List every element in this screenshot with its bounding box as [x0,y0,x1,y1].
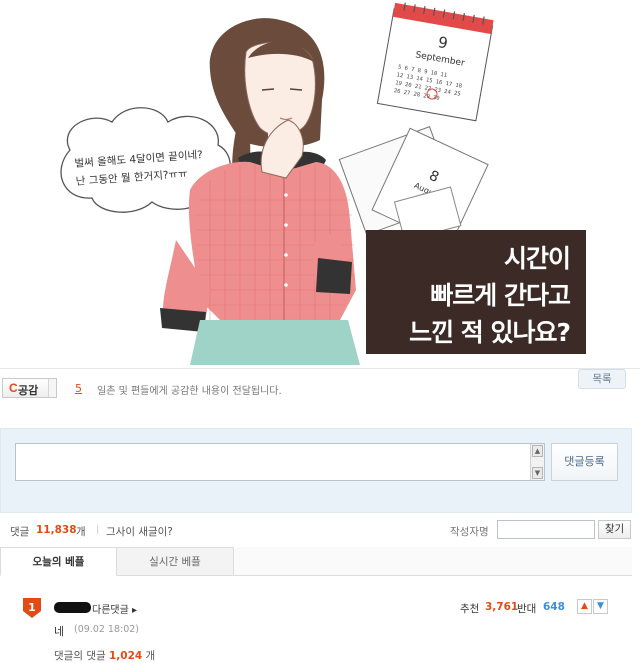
empathy-label: 공감 [18,384,39,397]
find-button[interactable]: 찾기 [598,520,631,539]
empathy-count[interactable]: 5 [75,382,82,395]
comment-timestamp: (09.02 18:02) [74,624,140,635]
comment-form: ▲ ▼ 댓글등록 [0,428,632,513]
new-comments-link[interactable]: 그사이 새글이? [106,524,173,539]
oppose-label: 반대 [517,603,537,615]
reply-count-unit: 개 [145,650,156,662]
textarea-scrollbar[interactable]: ▲ ▼ [530,444,544,480]
reply-count-number: 1,024 [108,650,143,662]
downvote-arrow-icon[interactable]: ▼ [593,599,608,614]
avatar[interactable] [54,602,91,613]
empathy-description: 일촌 및 편들에게 공감한 내용이 전달됩니다. [97,386,282,397]
empathy-dropdown-icon[interactable] [48,379,56,397]
list-button[interactable]: 목록 [578,369,626,389]
reply-count[interactable]: 댓글의 댓글 1,024 개 [54,648,155,663]
empathy-button[interactable]: C 공감 [2,378,57,398]
author-search-input[interactable] [497,520,595,539]
comment-body: 네 [54,625,65,638]
other-comments-link[interactable]: 다른댓글 ▸ [92,601,137,616]
comment-count-unit: 개 [76,526,86,538]
comment-count-label: 댓글 [10,526,30,538]
scroll-up-icon[interactable]: ▲ [532,445,543,457]
rank-number: 1 [28,601,36,614]
upvote-arrow-icon[interactable]: ▲ [577,599,592,614]
divider: | [96,524,100,535]
comment-submit-button[interactable]: 댓글등록 [551,443,618,481]
caption-line-3: 느낀 적 있나요? [409,318,571,347]
comment-count: 11,838 [36,524,77,536]
empathy-bar: C 공감 5 일촌 및 편들에게 공감한 내용이 전달됩니다. 목록 [0,368,640,404]
caption-line-2: 빠르게 간다고 [430,281,571,310]
recommend-label: 추천 [460,603,480,615]
tab-realtime-best[interactable]: 실시간 베플 [117,547,234,576]
c-logo-icon: C [9,381,18,395]
comment-stats-row: 댓글 11,838 개 | 그사이 새글이? 작성자명 찾기 [0,518,640,543]
comment-textarea[interactable]: ▲ ▼ [15,443,545,481]
best-comment: 1 다른댓글 ▸ 추천 3,761 반대 648 ▲ ▼ 네 (09.02 18… [0,577,640,663]
caption-box: 시간이 빠르게 간다고 느낀 적 있나요? [366,230,586,354]
author-search-label: 작성자명 [450,526,489,538]
reply-count-prefix: 댓글의 댓글 [54,650,106,662]
best-comment-tabs: 오늘의 베플 실시간 베플 [0,547,632,576]
rank-badge-icon: 1 [23,598,41,618]
hero-illustration: 9 September 5 6 7 8 9 10 11 12 13 14 15 … [0,0,640,365]
oppose-count: 648 [543,601,565,613]
tab-today-best[interactable]: 오늘의 베플 [0,547,117,576]
caption-line-1: 시간이 [503,244,571,273]
recommend-count: 3,761 [485,601,519,613]
scroll-down-icon[interactable]: ▼ [532,467,543,479]
